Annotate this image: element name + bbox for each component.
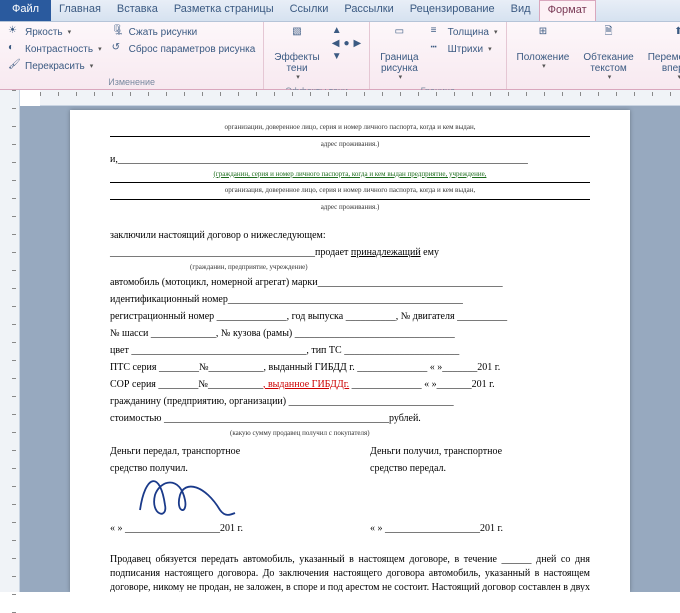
position-button[interactable]: ⊞Положение▾ (513, 24, 574, 73)
doc-line: автомобиль (мотоцикл, номерной агрегат) … (110, 276, 590, 290)
doc-line: организация, доверенное лицо, серия и но… (110, 186, 590, 196)
border-icon: ▭ (387, 26, 411, 50)
tab-mailings[interactable]: Рассылки (336, 0, 401, 21)
tab-layout[interactable]: Разметка страницы (166, 0, 282, 21)
doc-line: Деньги получил, транспортное (370, 445, 590, 459)
doc-line: цвет ___________________________________… (110, 344, 590, 358)
doc-line: ПТС серия ________№___________, выданный… (110, 361, 590, 375)
tab-insert[interactable]: Вставка (109, 0, 166, 21)
shadow-effects-button[interactable]: ▧ Эффекты тени▾ (270, 24, 323, 84)
doc-line: « » ___________________201 г. (370, 522, 590, 536)
tab-format[interactable]: Формат (539, 0, 596, 21)
signature-image[interactable] (110, 479, 330, 519)
workspace: организации, доверенное лицо, серия и но… (0, 90, 680, 592)
tab-view[interactable]: Вид (503, 0, 539, 21)
doc-line: и,______________________________________… (110, 153, 590, 167)
reset-button[interactable]: ↺Сброс параметров рисунка (110, 41, 258, 57)
tab-file[interactable]: Файл (0, 0, 51, 21)
dashes-icon: ┅ (431, 42, 445, 56)
position-icon: ⊞ (531, 26, 555, 50)
doc-line: средство передал. (370, 462, 590, 476)
contrast-icon: ◐ (8, 42, 22, 56)
tab-references[interactable]: Ссылки (282, 0, 337, 21)
ruler-horizontal[interactable] (40, 90, 680, 106)
recolor-icon: 🖌 (8, 59, 22, 73)
wrap-icon: 🗎 (597, 26, 621, 50)
weight-button[interactable]: ≡Толщина▾ (429, 24, 500, 40)
page: организации, доверенное лицо, серия и но… (70, 110, 630, 592)
sun-icon: ☀ (8, 25, 22, 39)
shadow-left[interactable]: ◀ (330, 37, 342, 50)
group-shadow: ▧ Эффекты тени▾ ▲ ◀●▶ ▼ Эффекты тени (264, 22, 370, 89)
compress-icon: 🗜 (112, 25, 126, 39)
doc-line: организации, доверенное лицо, серия и но… (110, 123, 590, 133)
doc-line: (какую сумму продавец получил с покупате… (110, 429, 590, 439)
tab-review[interactable]: Рецензирование (402, 0, 503, 21)
border-button[interactable]: ▭Граница рисунка▾ (376, 24, 422, 84)
wrap-button[interactable]: 🗎Обтекание текстом▾ (579, 24, 637, 84)
doc-line: гражданину (предприятию, организации) __… (110, 395, 590, 409)
doc-line: Деньги передал, транспортное (110, 445, 330, 459)
recolor-button[interactable]: 🖌Перекрасить▾ (6, 58, 104, 74)
shadow-right[interactable]: ▶ (352, 37, 364, 50)
group-border: ▭Граница рисунка▾ ≡Толщина▾ ┅Штрихи▾ Гра… (370, 22, 506, 89)
shadow-center[interactable]: ● (341, 37, 351, 50)
shadow-down[interactable]: ▼ (330, 50, 363, 63)
tab-home[interactable]: Главная (51, 0, 109, 21)
doc-line: (гражданин, серия и номер личного паспор… (110, 170, 590, 180)
shadow-up[interactable]: ▲ (330, 24, 363, 37)
brightness-button[interactable]: ☀Яркость▾ (6, 24, 104, 40)
compress-button[interactable]: 🗜Сжать рисунки (110, 24, 258, 40)
group-arrange: ⊞Положение▾ 🗎Обтекание текстом▾ ⬆Перемес… (507, 22, 680, 89)
doc-line: стоимостью _____________________________… (110, 412, 590, 426)
doc-line: идентификационный номер_________________… (110, 293, 590, 307)
document-canvas[interactable]: организации, доверенное лицо, серия и но… (20, 106, 680, 592)
doc-footer: Продавец обязуется передать автомобиль, … (110, 553, 590, 592)
shadow-icon: ▧ (285, 26, 309, 50)
doc-line: заключили настоящий договор о нижеследую… (110, 229, 590, 243)
forward-button[interactable]: ⬆Переместить вперед▾ (644, 24, 680, 84)
doc-line: регистрационный номер ______________, го… (110, 310, 590, 324)
forward-icon: ⬆ (666, 26, 680, 50)
doc-line: адрес проживания.) (110, 140, 590, 150)
doc-line: адрес проживания.) (110, 203, 590, 213)
doc-line: СОР серия ________№___________, выданное… (110, 378, 590, 392)
signature-columns: Деньги передал, транспортное средство по… (110, 442, 590, 539)
doc-line: (гражданин, предприятие, учреждение) (110, 263, 590, 273)
doc-line: № шасси _____________, № кузова (рамы) _… (110, 327, 590, 341)
tab-bar: Файл Главная Вставка Разметка страницы С… (0, 0, 680, 22)
group-label: Изменение (6, 77, 257, 87)
dashes-button[interactable]: ┅Штрихи▾ (429, 41, 500, 57)
ruler-vertical[interactable] (0, 90, 20, 592)
group-adjust: ☀Яркость▾ ◐Контрастность▾ 🖌Перекрасить▾ … (0, 22, 264, 89)
doc-line: ________________________________________… (110, 246, 590, 260)
weight-icon: ≡ (431, 25, 445, 39)
reset-icon: ↺ (112, 42, 126, 56)
ribbon: ☀Яркость▾ ◐Контрастность▾ 🖌Перекрасить▾ … (0, 22, 680, 90)
contrast-button[interactable]: ◐Контрастность▾ (6, 41, 104, 57)
